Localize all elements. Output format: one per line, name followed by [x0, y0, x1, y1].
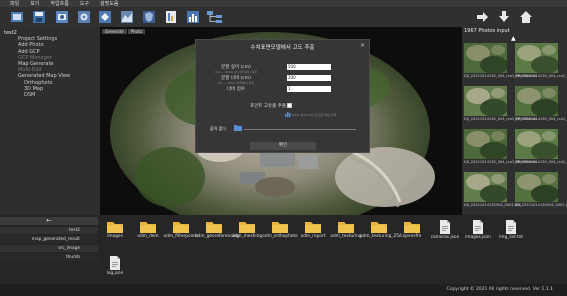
photo-caption: DJI_20221014130504_0001.JPG: [515, 203, 567, 207]
split-depth-hint: 0m ~ 100m cm 마커에서 측정: [215, 70, 257, 74]
dialog-title: 수치표면모델에서 고도 추출: [250, 45, 315, 51]
tree-item-dsm[interactable]: DSM: [4, 92, 70, 98]
width-score-input[interactable]: 1: [287, 86, 331, 92]
save-icon[interactable]: [32, 10, 46, 24]
point-extract-label: 포인트 고유출 추출: [250, 104, 286, 109]
photo-thumbnail[interactable]: [464, 86, 507, 116]
folder-icon: [140, 222, 156, 233]
chart-icon: [285, 112, 291, 117]
photo-count-label: 1967 Photos input: [464, 28, 510, 34]
document-icon: [440, 220, 450, 234]
status-bar: Copyright © 2021 All rights reserved. Ve…: [0, 284, 567, 296]
extract-elevation-dialog: 수치표면모델에서 고도 추출 × 분할 깊이 (cm) 0m ~ 100m cm…: [195, 39, 370, 153]
folder-icon: [371, 222, 387, 233]
menu-workflow[interactable]: 작업흐름: [50, 0, 68, 7]
export-arrow-icon[interactable]: [475, 10, 489, 24]
toolbar: [0, 7, 567, 27]
open-project-icon[interactable]: [10, 10, 24, 24]
download-icon[interactable]: [497, 10, 511, 24]
home-icon[interactable]: [519, 10, 533, 24]
folder-icon: [206, 222, 222, 233]
photo-thumbnail[interactable]: [515, 43, 558, 73]
file-item[interactable]: log.json: [96, 255, 134, 276]
folder-row-test2[interactable]: test2: [0, 227, 98, 234]
folder-icon: [173, 222, 189, 233]
folder-icon: [404, 222, 420, 233]
photo-caption: DJI_20221014130_004_rca1_PPKMSdiutu: [515, 74, 567, 78]
map-icon[interactable]: [120, 10, 134, 24]
photo-caption: DJI_20221014130_004_rca1_PPKMSdiutu: [464, 160, 538, 164]
point-extract-note: DSM, 분석 DSM 포인트 파일 출력: [292, 113, 337, 117]
split-width-hint: 0m ~ 100m 마커에서 측정: [217, 81, 255, 85]
photo-thumbnail[interactable]: [464, 129, 507, 159]
photo-caption: DJI_20221014130_004_rca1_Trixeterny: [515, 160, 567, 164]
width-score-label: 너비 점수: [227, 87, 245, 92]
point-extract-checkbox[interactable]: [287, 103, 292, 108]
app-window: 파일 보기 작업흐름 도구 설명도움 test2 Project Setting…: [0, 0, 567, 296]
document-icon: [473, 220, 483, 234]
file-label: img_list.txt: [499, 235, 523, 240]
tab-photo[interactable]: Photo: [127, 29, 146, 34]
project-tree: test2 Project Settings Add Photo Add GCP…: [4, 30, 70, 98]
photo-thumbnail[interactable]: [464, 43, 507, 73]
folder-icon[interactable]: [234, 125, 242, 131]
photo-caption: DJI_20221014130_004_rca1_PPKMSdiutu: [515, 117, 567, 121]
folder-icon: [107, 222, 123, 233]
hierarchy-icon[interactable]: [206, 10, 224, 24]
folder-icon: [272, 222, 288, 233]
menu-file[interactable]: 파일: [10, 0, 19, 7]
file-label: log.json: [106, 271, 124, 276]
shield-icon[interactable]: [142, 10, 156, 24]
output-folder-label: 출력 폴더: [210, 126, 226, 131]
photo-list-panel: 1967 Photos input ▲ DJI_20221014130_004_…: [462, 27, 567, 215]
photo-caption: DJI_20221014130504_0001.JPG: [464, 203, 521, 207]
photo-caption: DJI_20221014130_004_rca1_PPKMSdiutu: [464, 117, 538, 121]
file-item[interactable]: img_list.txt: [492, 219, 530, 240]
output-folder-field[interactable]: [244, 129, 356, 130]
ok-button[interactable]: 확인: [250, 142, 316, 150]
folder-icon: [305, 222, 321, 233]
menu-view[interactable]: 보기: [30, 0, 39, 7]
view-tabs: Generate Photo: [102, 29, 146, 34]
folder-row-map-generated-result[interactable]: map_generated_result: [0, 236, 98, 243]
menu-help[interactable]: 설명도움: [100, 0, 118, 7]
copyright-text: Copyright © 2021 All rights reserved. Ve…: [446, 287, 553, 292]
add-photo-icon[interactable]: [55, 10, 69, 24]
gcp-icon[interactable]: [98, 10, 112, 24]
split-depth-input[interactable]: 500: [287, 64, 331, 70]
back-button[interactable]: ←: [0, 217, 98, 225]
folder-row-src-image[interactable]: src_image: [0, 245, 98, 252]
photo-caption: DJI_20221014130_004_rca1_PPKMSdiutu: [464, 74, 538, 78]
settings-icon[interactable]: [77, 10, 91, 24]
photo-thumbnail[interactable]: [515, 172, 558, 202]
tab-generate[interactable]: Generate: [102, 29, 127, 34]
document-icon: [110, 256, 120, 270]
report-icon[interactable]: [164, 10, 178, 24]
project-tree-panel: test2 Project Settings Add Photo Add GCP…: [0, 27, 100, 215]
file-browser: ← test2 map_generated_result src_image t…: [0, 215, 567, 284]
chart-icon[interactable]: [186, 10, 200, 24]
menu-tools[interactable]: 도구: [80, 0, 89, 7]
folder-icon: [239, 222, 255, 233]
photo-thumbnail[interactable]: [515, 86, 558, 116]
split-width-input[interactable]: 200: [287, 75, 331, 81]
photo-thumbnail[interactable]: [464, 172, 507, 202]
scroll-up-icon[interactable]: ▲: [511, 35, 516, 42]
folder-row-thumb[interactable]: thumb: [0, 254, 98, 261]
folder-icon: [338, 222, 354, 233]
close-icon[interactable]: ×: [360, 42, 365, 49]
photo-thumbnail[interactable]: [515, 129, 558, 159]
menu-bar: 파일 보기 작업흐름 도구 설명도움: [0, 0, 567, 7]
document-icon: [506, 220, 516, 234]
